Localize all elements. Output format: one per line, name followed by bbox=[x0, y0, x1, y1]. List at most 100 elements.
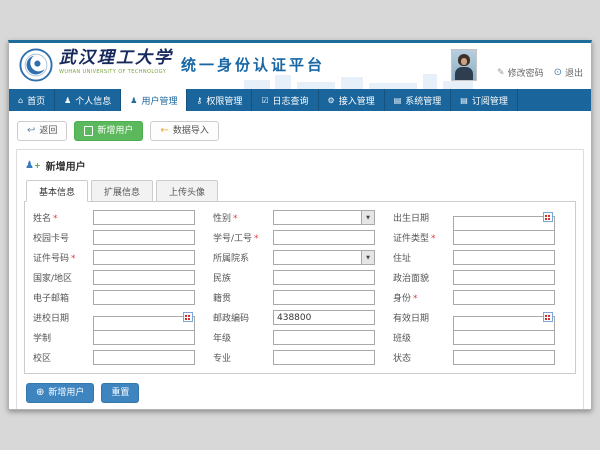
nav-item-access[interactable]: ⚙接入管理 bbox=[319, 89, 385, 111]
valid-date-datewrap bbox=[453, 310, 555, 325]
field-label-class: 班级 bbox=[390, 331, 453, 344]
valid-date-input[interactable] bbox=[453, 316, 555, 331]
back-button-label: 返回 bbox=[39, 126, 57, 137]
field-label-grade: 年级 bbox=[210, 331, 273, 344]
university-name-block: 武汉理工大学 WUHAN UNIVERSITY OF TECHNOLOGY bbox=[59, 50, 173, 75]
logout-link[interactable]: ⊙ 退出 bbox=[554, 66, 583, 83]
postal-code-input[interactable] bbox=[273, 310, 375, 325]
tab-upload-avatar[interactable]: 上传头像 bbox=[156, 180, 218, 202]
tab-basic-info[interactable]: 基本信息 bbox=[26, 180, 88, 202]
field-class: 班级 bbox=[390, 330, 570, 345]
field-campus-card: 校园卡号 bbox=[30, 230, 210, 245]
nav-item-label: 订阅管理 bbox=[472, 94, 508, 107]
field-label-department: 所属院系 bbox=[210, 251, 273, 264]
person-icon: ♟ bbox=[64, 96, 71, 105]
folder-icon: ▤ bbox=[460, 96, 468, 105]
field-edu-length: 学制 bbox=[30, 330, 210, 345]
field-label-postal-code: 邮政编码 bbox=[210, 311, 273, 324]
status-input[interactable] bbox=[453, 350, 555, 365]
chevron-down-icon: ▼ bbox=[361, 211, 374, 224]
country-input[interactable] bbox=[93, 270, 195, 285]
field-native-place: 籍贯 bbox=[210, 290, 390, 305]
data-import-button[interactable]: ← 数据导入 bbox=[150, 121, 218, 141]
field-label-email: 电子邮箱 bbox=[30, 291, 93, 304]
calendar-icon[interactable] bbox=[183, 312, 193, 322]
field-label-campus-card: 校园卡号 bbox=[30, 231, 93, 244]
native-place-input[interactable] bbox=[273, 290, 375, 305]
import-arrow-icon: ← bbox=[160, 125, 168, 137]
major-input[interactable] bbox=[273, 350, 375, 365]
field-label-address: 住址 bbox=[390, 251, 453, 264]
nav-item-label: 首页 bbox=[27, 94, 45, 107]
field-label-id-type: 证件类型* bbox=[390, 231, 453, 244]
section-title: ♟+ 新增用户 bbox=[24, 157, 576, 180]
main-nav: ⌂首页 ♟ 个人信息 ♟用户管理⚷权限管理☑日志查询⚙接入管理▤系统管理 ▤ 订阅管理 bbox=[9, 89, 591, 111]
nav-item-permissions[interactable]: ⚷权限管理 bbox=[187, 89, 252, 111]
log-icon: ☑ bbox=[261, 96, 268, 105]
change-password-link[interactable]: ✎ 修改密码 bbox=[497, 66, 544, 83]
calendar-icon[interactable] bbox=[543, 312, 553, 322]
field-label-id-number: 证件号码* bbox=[30, 251, 93, 264]
field-identity: 身份* bbox=[390, 290, 570, 305]
edu-length-input[interactable] bbox=[93, 330, 195, 345]
calendar-icon[interactable] bbox=[543, 212, 553, 222]
entry-date-datewrap bbox=[93, 310, 195, 325]
basic-info-form: 姓名*性别*▼出生日期校园卡号学号/工号*证件类型*证件号码*所属院系▼住址国家… bbox=[24, 201, 576, 374]
field-address: 住址 bbox=[390, 250, 570, 265]
name-input[interactable] bbox=[93, 210, 195, 225]
field-country: 国家/地区 bbox=[30, 270, 210, 285]
birth-date-input[interactable] bbox=[453, 216, 555, 231]
field-postal-code: 邮政编码 bbox=[210, 310, 390, 325]
field-label-entry-date: 进校日期 bbox=[30, 311, 93, 324]
power-icon: ⊙ bbox=[554, 67, 562, 78]
new-page-icon bbox=[84, 126, 93, 136]
chevron-down-icon: ▼ bbox=[361, 251, 374, 264]
field-student-id: 学号/工号* bbox=[210, 230, 390, 245]
student-id-input[interactable] bbox=[273, 230, 375, 245]
back-button[interactable]: ↩ 返回 bbox=[17, 121, 67, 141]
field-political-status: 政治面貌 bbox=[390, 270, 570, 285]
field-label-political-status: 政治面貌 bbox=[390, 271, 453, 284]
back-arrow-icon: ↩ bbox=[27, 125, 35, 137]
gender-select[interactable]: ▼ bbox=[273, 210, 375, 225]
reset-button[interactable]: 重置 bbox=[101, 383, 139, 403]
identity-input[interactable] bbox=[453, 290, 555, 305]
nav-item-label: 系统管理 bbox=[405, 94, 441, 107]
campus-input[interactable] bbox=[93, 350, 195, 365]
nav-item-label: 接入管理 bbox=[339, 94, 375, 107]
field-label-gender: 性别* bbox=[210, 211, 273, 224]
field-email: 电子邮箱 bbox=[30, 290, 210, 305]
field-ethnicity: 民族 bbox=[210, 270, 390, 285]
nav-item-system[interactable]: ▤系统管理 bbox=[385, 89, 452, 111]
field-label-name: 姓名* bbox=[30, 211, 93, 224]
nav-item-subscription[interactable]: ▤ 订阅管理 bbox=[451, 89, 518, 111]
field-label-valid-date: 有效日期 bbox=[390, 311, 453, 324]
address-input[interactable] bbox=[453, 250, 555, 265]
class-input[interactable] bbox=[453, 330, 555, 345]
nav-item-label: 个人信息 bbox=[75, 94, 111, 107]
political-status-input[interactable] bbox=[453, 270, 555, 285]
department-select[interactable]: ▼ bbox=[273, 250, 375, 265]
field-department: 所属院系 ▼ bbox=[210, 250, 390, 265]
email-input[interactable] bbox=[93, 290, 195, 305]
field-label-ethnicity: 民族 bbox=[210, 271, 273, 284]
tab-extended-info[interactable]: 扩展信息 bbox=[91, 180, 153, 202]
nav-item-users[interactable]: ♟用户管理 bbox=[121, 89, 187, 111]
required-asterisk: * bbox=[431, 234, 436, 244]
desktop-background: 武汉理工大学 WUHAN UNIVERSITY OF TECHNOLOGY 统一… bbox=[0, 0, 600, 450]
id-number-input[interactable] bbox=[93, 250, 195, 265]
ethnicity-input[interactable] bbox=[273, 270, 375, 285]
grade-input[interactable] bbox=[273, 330, 375, 345]
toolbar: ↩ 返回 新增用户 ← 数据导入 bbox=[15, 117, 585, 149]
nav-item-home[interactable]: ⌂首页 bbox=[9, 89, 55, 111]
nav-item-logs[interactable]: ☑日志查询 bbox=[252, 89, 318, 111]
browser-page: 武汉理工大学 WUHAN UNIVERSITY OF TECHNOLOGY 统一… bbox=[8, 40, 592, 410]
id-type-input[interactable] bbox=[453, 230, 555, 245]
entry-date-input[interactable] bbox=[93, 316, 195, 331]
submit-add-user-button[interactable]: ⊕ 新增用户 bbox=[26, 383, 94, 403]
add-user-toolbar-button[interactable]: 新增用户 bbox=[74, 121, 143, 141]
nav-item-profile[interactable]: ♟ 个人信息 bbox=[55, 89, 121, 111]
university-logo-icon bbox=[19, 48, 53, 82]
campus-card-input[interactable] bbox=[93, 230, 195, 245]
user-avatar[interactable] bbox=[451, 49, 477, 81]
